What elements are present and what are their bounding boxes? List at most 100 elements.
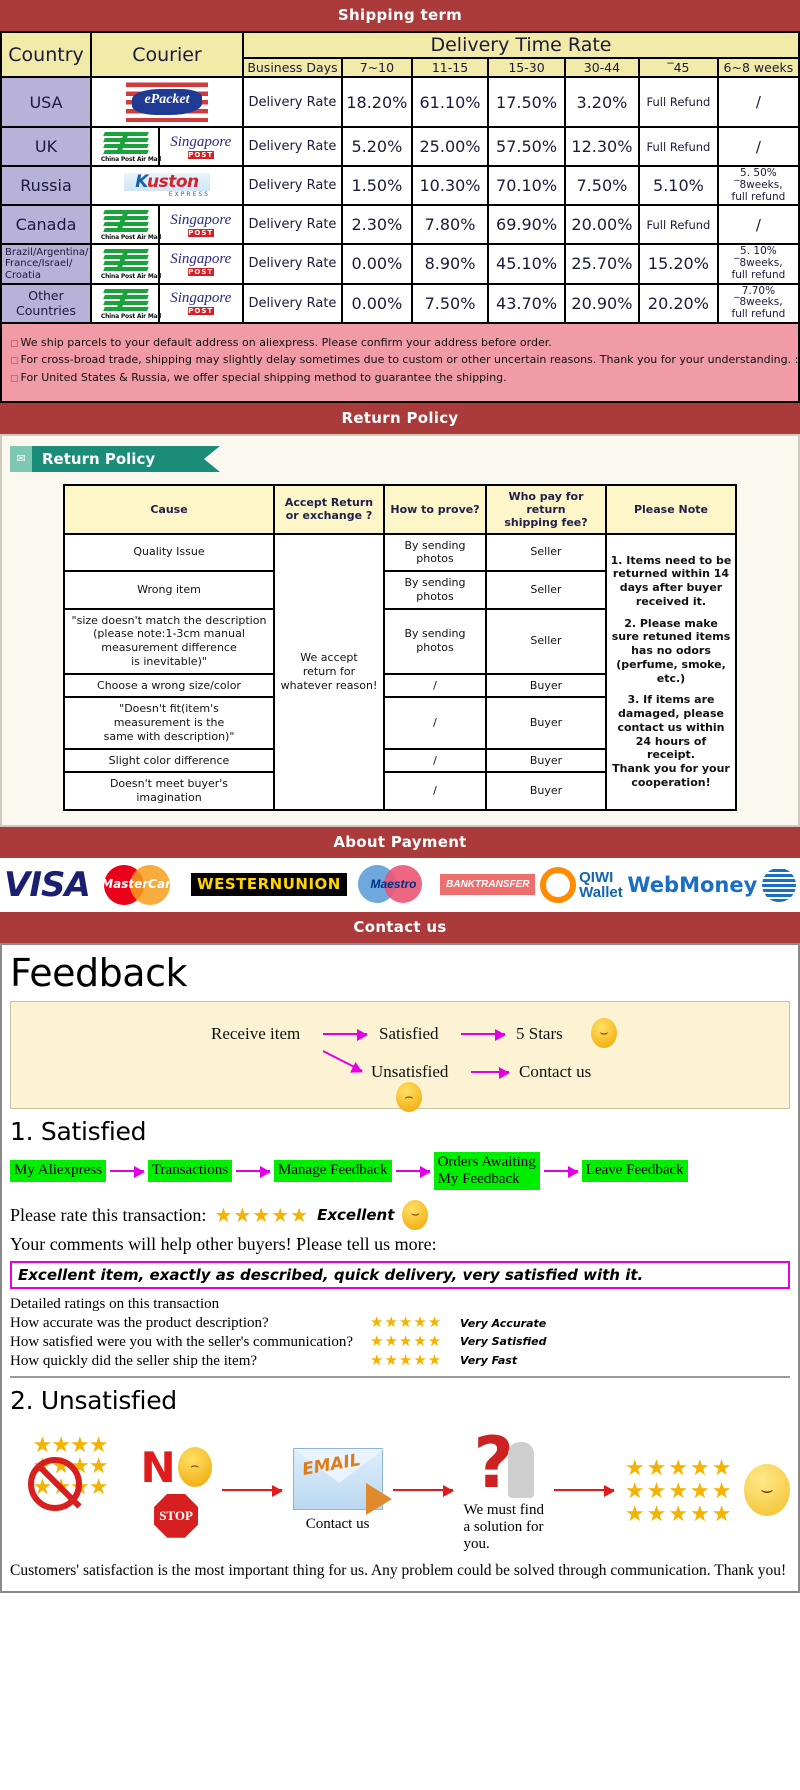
header-bucket-over-45: ‾45 [638,57,719,78]
shipping-header-row-1: Country Courier Delivery Time Rate [0,31,800,78]
flow-receive-item: Receive item [211,1023,301,1043]
visa-icon: VISA [4,864,91,905]
step-transactions[interactable]: Transactions [147,1160,233,1182]
rate-11-15: 7.80% [410,204,490,246]
step-arrow-icon [109,1166,145,1179]
mastercard-icon: MasterCard [94,863,186,907]
rate-11-15: 61.10% [410,76,490,128]
delivery-rate-label: Delivery Rate [241,76,343,128]
payment-logo-maestro: Maestro [352,864,436,905]
solution-group: ? We must find a solution for you. [464,1428,544,1553]
rate-7-10: 2.30% [340,204,413,246]
rate-30-44: 7.50% [563,164,641,207]
rate-15-30: 45.10% [487,243,566,285]
detail-stars-icon[interactable]: ★★★★★ [370,1333,460,1352]
return-policy-section: ✉ Return Policy Cause Accept Return or e… [0,433,800,827]
unsat-arrow-2-icon [393,1485,455,1498]
return-row: Quality Issue We accept return for whate… [63,532,737,811]
payer-cell: Buyer [485,672,607,699]
globe-icon [761,867,796,902]
payer-cell: Seller [485,570,607,610]
courier-logo-cell: Singapore POST [157,282,244,324]
cause-cell: Slight color difference [63,747,275,774]
header-bucket-30-44: 30-44 [563,57,641,78]
comments-prompt-row: Your comments will help other buyers! Pl… [10,1234,790,1255]
header-bucket-6-8-weeks: 6~8 weeks [716,57,800,78]
detailed-ratings: Detailed ratings on this transaction How… [10,1295,790,1370]
rate-15-30: 43.70% [487,282,566,324]
prove-cell: / [383,672,487,699]
rate-15-30: 69.90% [487,204,566,246]
section-divider [10,1376,790,1379]
smiley-happy-icon: ⌣ [591,1017,617,1048]
shipping-note-item: ▢ We ship parcels to your default address… [10,334,790,352]
detail-stars-icon[interactable]: ★★★★★ [370,1314,460,1333]
prove-cell: / [383,696,487,750]
unsatisfied-heading: 2. Unsatisfied [10,1386,177,1416]
rate-6-8-weeks: 5. 50% ‾8weeks, full refund [716,164,800,207]
rate-30-44: 3.20% [563,76,641,128]
please-note-cell: 1. Items need to be returned within 14 d… [605,532,737,811]
china-post-air-mail-logo-icon: China Post Air Mail [94,130,168,163]
comment-example-box[interactable]: Excellent item, exactly as described, qu… [10,1261,790,1290]
flow-unsatisfied: Unsatisfied [371,1061,449,1081]
payment-methods-row: VISA MasterCard WESTERN UNION Maestro BA… [0,857,800,912]
smiley-sad-icon: ⌢ [396,1081,422,1112]
detail-label: Very Fast [460,1354,518,1368]
detail-question: How accurate was the product description… [10,1315,269,1332]
prove-cell: By sending photos [383,570,487,610]
step-orders-awaiting-my-feedback[interactable]: Orders Awaiting My Feedback [433,1151,540,1191]
delivery-rate-label: Delivery Rate [241,204,343,246]
step-arrow-icon [236,1166,272,1179]
courier-logo-cell: China Post Air Mail [90,282,161,324]
rating-stars-icon[interactable]: ★★★★★ [214,1203,309,1228]
cause-cell: Wrong item [63,570,275,610]
satisfied-steps: My Aliexpress Transactions Manage Feedba… [10,1151,790,1191]
envelope-icon: ✉ [10,445,32,472]
rate-6-8-weeks: / [716,76,800,128]
delivery-rate-label: Delivery Rate [241,243,343,285]
shipping-row-brazil-group: Brazil/Argentina/ France/Israel/ Croatia… [0,243,800,285]
flow-contact-us: Contact us [519,1061,592,1081]
shipping-table-wrap: Country Courier Delivery Time Rate Busin… [0,31,800,403]
rate-over-45: Full Refund [638,204,719,246]
payment-logo-webmoney-globe [761,867,796,902]
unsat-arrow-3-icon [554,1485,616,1498]
header-country: Country [0,31,93,78]
detail-label: Very Accurate [460,1316,547,1330]
qiwi-line1: QIWI [579,868,614,886]
step-manage-feedback[interactable]: Manage Feedback [274,1160,392,1182]
step-arrow-icon [543,1166,579,1179]
singapore-post-logo-icon: Singapore POST [170,133,232,159]
bullet-square-icon: ▢ [10,338,19,349]
detail-label: Very Satisfied [460,1335,547,1349]
country-name: Brazil/Argentina/ France/Israel/ Croatia [0,243,93,285]
detail-stars-icon[interactable]: ★★★★★ [370,1352,460,1371]
header-who-pays: Who pay for return shipping fee? [485,483,607,535]
smiley-very-happy-icon: ⌣ [743,1464,790,1517]
shipping-row-russia: Russia Kuston EXPRESS Delivery Rate 1.50%… [0,164,800,207]
flow-arrow-4-icon [471,1066,510,1079]
kuston-express-logo-icon: Kuston EXPRESS [123,172,210,198]
step-my-aliexpress[interactable]: My Aliexpress [10,1160,106,1182]
maestro-icon: Maestro [352,864,436,905]
rate-11-15: 25.00% [410,126,490,167]
courier-logo-cell: ePacket [90,76,244,128]
header-bucket-7-10: 7~10 [340,57,413,78]
detail-question: How satisfied were you with the seller's… [10,1333,354,1350]
courier-logo-cell: China Post Air Mail [90,204,161,246]
step-leave-feedback[interactable]: Leave Feedback [581,1160,688,1182]
header-cause: Cause [63,483,275,535]
payer-cell: Seller [485,607,607,675]
banner-about-payment: About Payment [0,826,800,858]
email-contact-group: EMAIL Contact us [292,1447,392,1533]
delivery-rate-label: Delivery Rate [241,164,343,207]
stop-sign-icon: STOP [154,1493,199,1538]
return-policy-tag: ✉ Return Policy [10,445,220,472]
rate-transaction-row: Please rate this transaction: ★★★★★ Exce… [10,1200,790,1231]
rate-over-45: 5.10% [638,164,719,207]
singapore-post-logo-icon: Singapore POST [170,211,232,237]
china-post-air-mail-logo-icon: China Post Air Mail [94,287,168,320]
feedback-flow-diagram: Receive item Satisfied 5 Stars ⌣ Unsatis… [10,1000,790,1112]
country-name: Canada [0,204,93,246]
